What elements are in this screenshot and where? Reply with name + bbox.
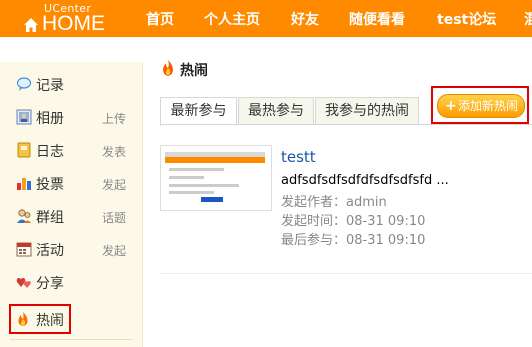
post-author: 发起作者：admin — [281, 195, 387, 210]
group-icon — [17, 209, 31, 223]
thumbnail-line — [169, 176, 204, 179]
thumbnail-line — [169, 168, 224, 171]
thumbnail-button — [201, 197, 223, 202]
nav-profile[interactable]: 个人主页 — [204, 9, 260, 29]
post-title-link[interactable]: testt — [281, 148, 316, 166]
thumbnail-line — [169, 191, 214, 194]
sidebar-item-label: 活动 — [36, 243, 64, 259]
sidebar-item-hot[interactable]: 热闹 — [9, 304, 71, 334]
post-excerpt: adfsdfsdfsdfdfsdfsdfsfd ... — [281, 173, 449, 188]
sidebar-item-record[interactable]: 记录 — [14, 72, 134, 96]
sidebar-item-label: 日志 — [36, 144, 64, 160]
sidebar-item-label: 记录 — [36, 78, 64, 94]
add-hot-button[interactable]: + 添加新热闹 — [437, 94, 525, 118]
sidebar: 记录 相册 上传 日志 发表 投票 发起 群组 话题 活动 发起 分享 热闹 — [0, 62, 143, 347]
add-button-highlight: + 添加新热闹 — [431, 86, 529, 124]
post-last-joined-time: 最后参与：08-31 09:10 — [281, 233, 426, 248]
sidebar-item-label: 投票 — [36, 177, 64, 193]
post-created-time: 发起时间：08-31 09:10 — [281, 214, 426, 229]
sidebar-divider — [10, 339, 132, 340]
nav-browse[interactable]: 随便看看 — [349, 9, 405, 29]
speech-bubble-icon — [16, 77, 32, 91]
sidebar-item-action[interactable]: 发起 — [102, 176, 126, 193]
sidebar-item-action[interactable]: 话题 — [102, 209, 126, 226]
logo-big-text: HOME — [42, 12, 105, 35]
sidebar-item-label: 热闹 — [36, 313, 64, 329]
home-icon — [24, 18, 38, 32]
bar-chart-icon — [17, 178, 31, 190]
tab-my-joined[interactable]: 我参与的热闹 — [315, 97, 419, 125]
post-divider — [160, 273, 532, 274]
sidebar-item-album[interactable]: 相册 上传 — [14, 105, 134, 129]
tabs-underline — [160, 124, 532, 125]
sidebar-item-action[interactable]: 发表 — [102, 143, 126, 160]
thumbnail-header-bar — [165, 157, 265, 163]
flame-icon — [163, 60, 173, 76]
post-thumbnail[interactable] — [160, 145, 272, 211]
sidebar-item-action[interactable]: 上传 — [102, 110, 126, 127]
tab-latest[interactable]: 最新参与 — [160, 97, 237, 126]
page-title: 热闹 — [180, 63, 208, 79]
notebook-icon — [17, 142, 31, 158]
sidebar-item-label: 相册 — [36, 111, 64, 127]
photo-icon — [16, 109, 32, 125]
sidebar-item-label: 群组 — [36, 210, 64, 226]
hearts-icon — [16, 278, 31, 288]
calendar-icon — [16, 242, 32, 257]
sidebar-item-action[interactable]: 发起 — [102, 242, 126, 259]
nav-forum[interactable]: test论坛 — [437, 9, 496, 29]
sidebar-item-label: 分享 — [36, 276, 64, 292]
sidebar-item-group[interactable]: 群组 话题 — [14, 204, 134, 228]
top-nav-bar: UCenter HOME 首页 个人主页 好友 随便看看 test论坛 混 — [0, 0, 532, 37]
tab-hottest[interactable]: 最热参与 — [238, 97, 314, 125]
site-logo[interactable]: UCenter HOME — [20, 2, 120, 36]
sidebar-item-blog[interactable]: 日志 发表 — [14, 138, 134, 162]
nav-home[interactable]: 首页 — [146, 9, 174, 29]
thumbnail-line — [169, 184, 239, 187]
add-hot-button-label: 添加新热闹 — [458, 99, 519, 113]
sidebar-item-event[interactable]: 活动 发起 — [14, 237, 134, 261]
flame-icon — [18, 312, 28, 326]
plus-icon: + — [445, 98, 457, 114]
sidebar-item-poll[interactable]: 投票 发起 — [14, 171, 134, 195]
sidebar-item-share[interactable]: 分享 — [14, 270, 134, 294]
nav-more[interactable]: 混 — [524, 9, 532, 29]
nav-friends[interactable]: 好友 — [291, 9, 319, 29]
